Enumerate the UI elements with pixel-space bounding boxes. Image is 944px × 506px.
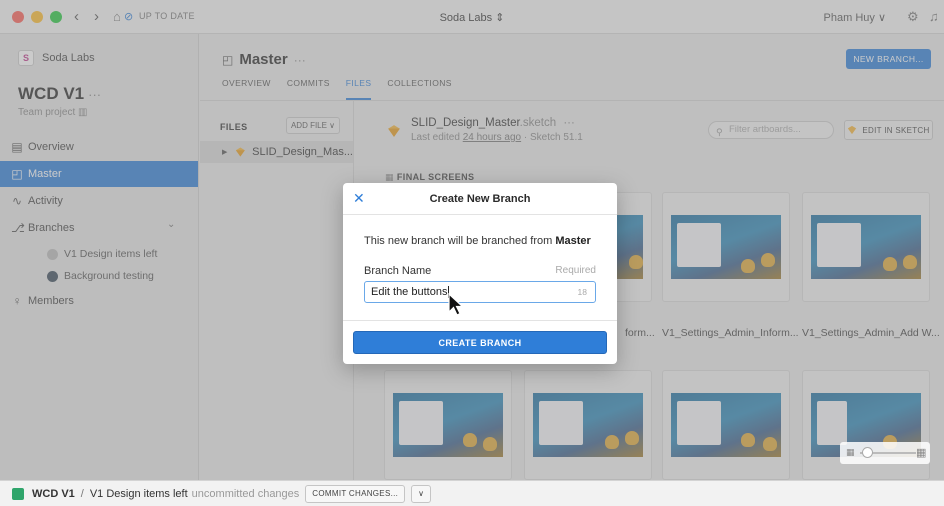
branch-name-label: Branch Name xyxy=(364,265,432,277)
create-branch-dialog: ✕ Create New Branch This new branch will… xyxy=(343,183,617,364)
uncommitted-label: uncommitted changes xyxy=(191,487,300,500)
status-separator: / xyxy=(80,487,84,500)
project-status-icon xyxy=(12,487,24,500)
branch-name-value: Edit the buttons xyxy=(371,286,448,298)
dialog-description: This new branch will be branched from Ma… xyxy=(364,235,591,247)
status-project[interactable]: WCD V1 xyxy=(32,488,75,500)
dialog-header: ✕ Create New Branch xyxy=(343,183,617,215)
zoom-handle[interactable] xyxy=(862,447,873,458)
dialog-description-text: This new branch will be branched from xyxy=(364,235,556,247)
dialog-title: Create New Branch xyxy=(429,193,531,205)
grid-large-icon: ▦ xyxy=(916,447,927,459)
status-branch[interactable]: V1 Design items left xyxy=(90,488,188,500)
grid-small-icon: ▦ xyxy=(846,447,855,457)
mouse-pointer-icon xyxy=(448,293,465,316)
status-bar: WCD V1 / V1 Design items left uncommitte… xyxy=(0,480,944,506)
required-hint: Required xyxy=(555,265,596,276)
divider xyxy=(343,320,617,321)
create-branch-button[interactable]: CREATE BRANCH xyxy=(353,331,607,354)
dialog-source-branch: Master xyxy=(555,235,591,247)
char-count: 18 xyxy=(577,287,587,297)
commit-changes-button[interactable]: COMMIT CHANGES... xyxy=(305,484,406,503)
commit-dropdown-button[interactable]: ∨ xyxy=(411,484,432,503)
branch-name-input[interactable]: Edit the buttons 18 xyxy=(364,281,596,303)
zoom-slider[interactable]: ▦ ▦ xyxy=(840,442,930,464)
